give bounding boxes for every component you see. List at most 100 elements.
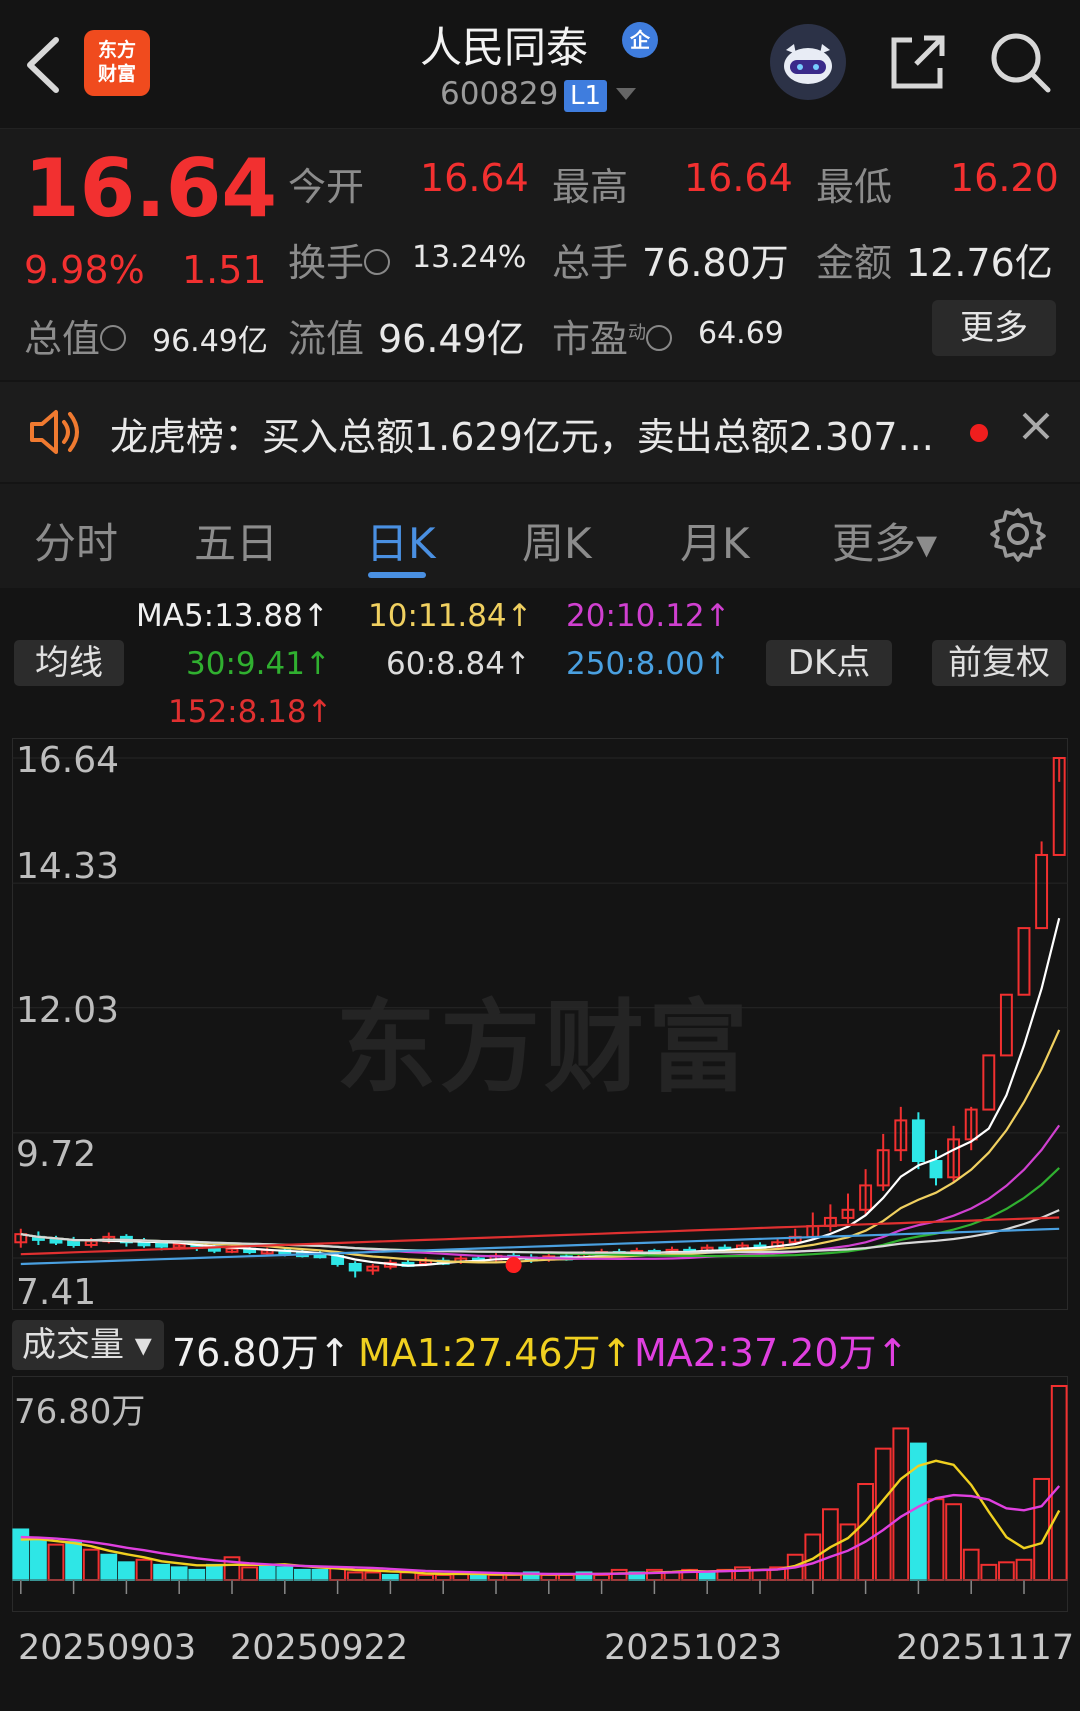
mktcap-label: 总值	[24, 308, 127, 363]
open-value: 16.64	[420, 156, 529, 200]
volume-bar-up	[857, 1483, 874, 1581]
candle-down	[155, 1242, 169, 1248]
x-tick-label: 20251117	[896, 1628, 1075, 1668]
candle-down	[348, 1262, 362, 1272]
amount-value: 12.76亿	[906, 241, 1053, 285]
ma20-value: 20:10.12↑	[566, 598, 731, 634]
tab-intraday[interactable]: 分时	[34, 510, 118, 571]
info-icon[interactable]	[364, 248, 391, 275]
candle-up	[999, 993, 1013, 1057]
tab-more[interactable]: 更多▾	[832, 510, 937, 571]
tab-daily-k[interactable]: 日K	[366, 510, 436, 571]
candle-down	[67, 1240, 81, 1246]
dk-point-button[interactable]: DK点	[766, 640, 892, 686]
level-dropdown-icon[interactable]	[616, 88, 636, 100]
adjust-mode-button[interactable]: 前复权	[932, 640, 1066, 686]
y-tick-label: 16.64	[16, 740, 120, 781]
dragon-tiger-notice[interactable]: 龙虎榜：买入总额1.629亿元，卖出总额2.307...	[0, 382, 1080, 482]
robot-assistant-icon[interactable]	[770, 24, 846, 100]
ma5-line	[20, 917, 1061, 1267]
float-value: 96.49亿	[378, 317, 525, 361]
tab-weekly-k[interactable]: 周K	[522, 510, 592, 571]
candle-up	[1017, 927, 1031, 996]
ma10-value: 10:11.84↑	[368, 598, 533, 634]
volume-bar-up	[241, 1566, 258, 1582]
candle-down	[911, 1119, 925, 1163]
pe-value: 64.69	[698, 316, 784, 351]
more-quote-button[interactable]: 更多	[932, 300, 1056, 356]
low-value: 16.20	[950, 156, 1059, 200]
volume-bar-up	[804, 1533, 822, 1581]
change-percent: 9.98%	[24, 248, 145, 292]
high-value: 16.64	[684, 156, 793, 200]
y-tick-label: 7.41	[16, 1272, 97, 1313]
volume-ma2: MA2:37.20万↑	[634, 1331, 909, 1375]
y-tick-label: 12.03	[16, 990, 120, 1031]
ma60-value: 60:8.84↑	[386, 646, 531, 682]
volume-bar-up	[927, 1498, 945, 1581]
volume-bar-up	[540, 1573, 558, 1582]
volume-bar-up	[892, 1427, 910, 1581]
eastmoney-logo[interactable]: 东方 财富	[84, 30, 150, 96]
volume-bar-up	[135, 1558, 153, 1582]
float-label: 流值	[288, 317, 365, 361]
volume-ma1-line	[20, 1459, 1061, 1576]
share-icon[interactable]	[886, 30, 950, 94]
candle-down	[929, 1160, 943, 1179]
volume-bar-down	[153, 1563, 170, 1581]
ma10-line	[20, 1029, 1061, 1264]
candle-up	[1035, 853, 1049, 930]
volume-bar-up	[487, 1573, 505, 1582]
volume-bar-down	[170, 1566, 188, 1582]
tab-five-day[interactable]: 五日	[194, 510, 278, 571]
volume-bar-up	[1015, 1558, 1033, 1582]
volume-bar-up	[874, 1447, 892, 1582]
ma152-value: 152:8.18↑	[168, 694, 333, 730]
stock-name: 人民同泰	[420, 23, 589, 72]
mktcap-value: 96.49亿	[152, 324, 268, 359]
x-tick-label: 20250922	[230, 1628, 409, 1668]
open-label: 今开	[288, 165, 365, 209]
unread-dot	[970, 424, 988, 442]
y-tick-label: 9.72	[16, 1134, 97, 1175]
volume-ma1: MA1:27.46万↑	[358, 1331, 633, 1375]
volume-bar-down	[30, 1538, 47, 1581]
volume-bar-up	[962, 1548, 980, 1581]
volume-bar-up	[998, 1561, 1015, 1581]
ma-toggle-button[interactable]: 均线	[14, 640, 124, 686]
candlestick-chart[interactable]	[12, 738, 1068, 1310]
volume-bar-down	[65, 1541, 82, 1581]
volume-bar-down	[311, 1568, 329, 1581]
volume-bar-down	[206, 1563, 223, 1581]
volume-bar-up	[346, 1571, 364, 1581]
info-icon[interactable]	[100, 324, 127, 351]
ma30-value: 30:9.41↑	[186, 646, 331, 682]
notice-text: 龙虎榜：买入总额1.629亿元，卖出总额2.307...	[110, 415, 934, 459]
volume-bar-up	[1050, 1385, 1068, 1581]
pe-label: 市盈动	[552, 308, 673, 363]
volume-chart[interactable]	[12, 1376, 1068, 1612]
volume-bar-up	[417, 1573, 434, 1582]
y-tick-label: 14.33	[16, 846, 120, 887]
candle-up	[982, 1054, 996, 1111]
last-price: 16.64	[24, 142, 278, 235]
volume-bar-down	[118, 1561, 135, 1581]
info-icon[interactable]	[646, 324, 673, 351]
volume-value: 76.80万	[642, 241, 789, 285]
turnover-label: 换手	[288, 232, 391, 287]
back-arrow-icon[interactable]	[20, 30, 70, 100]
gear-icon[interactable]	[990, 506, 1046, 562]
change-amount: 1.51	[182, 248, 267, 292]
candle-down	[49, 1238, 63, 1244]
level-badge[interactable]: L1	[564, 80, 608, 112]
search-icon[interactable]	[986, 28, 1054, 96]
volume-ma2-line	[20, 1485, 1061, 1576]
volume-bar-up	[47, 1543, 65, 1582]
tab-monthly-k[interactable]: 月K	[680, 510, 750, 571]
volume-bar-up	[434, 1573, 452, 1582]
volume-indicator-button[interactable]: 成交量 ▾	[12, 1320, 164, 1370]
close-icon[interactable]	[1016, 406, 1056, 446]
volume-now: 76.80万↑	[172, 1331, 351, 1375]
volume-bar-down	[188, 1568, 206, 1581]
ma250-value: 250:8.00↑	[566, 646, 731, 682]
